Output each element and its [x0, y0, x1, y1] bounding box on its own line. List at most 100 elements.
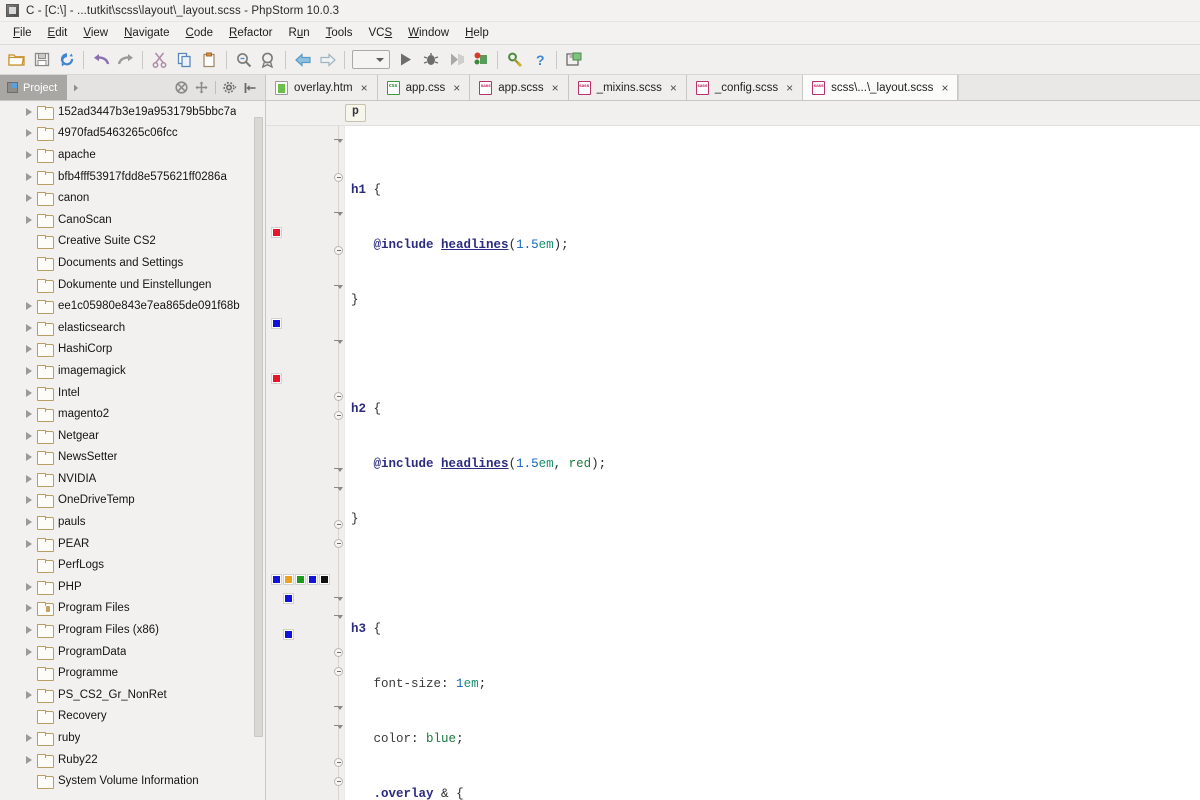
fold-collapse-icon[interactable] [334, 484, 343, 493]
fold-collapse-icon[interactable] [334, 612, 343, 621]
stop-icon[interactable] [468, 48, 493, 72]
tree-item[interactable]: elasticsearch [0, 317, 265, 339]
tree-item[interactable]: PS_CS2_Gr_NonRet [0, 684, 265, 706]
scrollbar-thumb[interactable] [254, 117, 263, 737]
close-icon[interactable]: × [786, 82, 793, 94]
save-all-icon[interactable] [29, 48, 54, 72]
fold-collapse-icon[interactable] [334, 594, 343, 603]
fold-collapse-icon[interactable] [334, 136, 343, 145]
expand-arrow-icon[interactable] [22, 496, 35, 505]
tree-item[interactable]: apache [0, 144, 265, 166]
fold-collapse-icon[interactable] [334, 465, 343, 474]
back-icon[interactable] [290, 48, 315, 72]
expand-arrow-icon[interactable] [22, 302, 35, 311]
expand-arrow-icon[interactable] [22, 172, 35, 181]
expand-arrow-icon[interactable] [22, 129, 35, 138]
replace-icon[interactable] [256, 48, 281, 72]
code-content[interactable]: h1 { @include headlines(1.5em); } h2 { @… [345, 126, 1200, 800]
expand-arrow-icon[interactable] [22, 366, 35, 375]
settings-icon[interactable] [502, 48, 527, 72]
editor-tab-config-scss[interactable]: _config.scss × [686, 75, 804, 100]
expand-arrow-icon[interactable] [22, 604, 35, 613]
fold-collapse-icon[interactable] [334, 282, 343, 291]
code-editor[interactable]: p h1 { @include headlines(1.5em); } h2 {… [266, 101, 1200, 800]
fold-end-icon[interactable] [334, 666, 343, 676]
tree-item[interactable]: CanoScan [0, 209, 265, 231]
editor-tab-app-scss[interactable]: app.scss × [470, 75, 569, 100]
expand-arrow-icon[interactable] [22, 410, 35, 419]
color-gutter-marker-red[interactable] [271, 226, 282, 238]
color-gutter-marker-red[interactable] [271, 372, 282, 384]
editor-tab-layout-scss[interactable]: scss\...\_layout.scss × [803, 75, 959, 100]
tree-item[interactable]: magento2 [0, 403, 265, 425]
tree-item[interactable]: Intel [0, 382, 265, 404]
expand-arrow-icon[interactable] [22, 474, 35, 483]
expand-arrow-icon[interactable] [22, 518, 35, 527]
menu-tools[interactable]: Tools [318, 25, 361, 41]
tree-item[interactable]: Documents and Settings [0, 252, 265, 274]
paste-icon[interactable] [197, 48, 222, 72]
tree-item[interactable]: Program Files [0, 598, 265, 620]
color-gutter-marker-blue[interactable] [271, 574, 282, 586]
expand-arrow-icon[interactable] [22, 626, 35, 635]
fold-collapse-icon[interactable] [334, 209, 343, 218]
editor-gutter[interactable] [266, 126, 345, 800]
open-folder-icon[interactable] [4, 48, 29, 72]
menu-edit[interactable]: Edit [40, 25, 76, 41]
hide-icon[interactable] [241, 79, 259, 97]
tree-item[interactable]: Netgear [0, 425, 265, 447]
expand-arrow-icon[interactable] [22, 345, 35, 354]
tree-item[interactable]: Program Files (x86) [0, 619, 265, 641]
fold-end-icon[interactable] [334, 776, 343, 786]
help-icon[interactable]: ? [527, 48, 552, 72]
tree-item[interactable]: Dokumente und Einstellungen [0, 274, 265, 296]
debug-icon[interactable] [418, 48, 443, 72]
color-gutter-marker-blue[interactable] [283, 629, 294, 641]
find-icon[interactable] [231, 48, 256, 72]
menu-view[interactable]: View [75, 25, 116, 41]
project-scope-chevron-icon[interactable] [67, 79, 85, 97]
collapse-all-icon[interactable] [172, 79, 190, 97]
expand-arrow-icon[interactable] [22, 582, 35, 591]
expand-arrow-icon[interactable] [22, 323, 35, 332]
expand-arrow-icon[interactable] [22, 388, 35, 397]
menu-refactor[interactable]: Refactor [221, 25, 280, 41]
run-with-coverage-icon[interactable] [443, 48, 468, 72]
expand-arrow-icon[interactable] [22, 215, 35, 224]
tree-item[interactable]: 4970fad5463265c06fcc [0, 123, 265, 145]
color-gutter-marker-orange[interactable] [283, 574, 294, 586]
fold-collapse-icon[interactable] [334, 722, 343, 731]
menu-navigate[interactable]: Navigate [116, 25, 177, 41]
editor-tab-mixins-scss[interactable]: _mixins.scss × [568, 75, 687, 100]
tree-item[interactable]: System Volume Information [0, 770, 265, 792]
tree-item[interactable]: PEAR [0, 533, 265, 555]
synchronize-icon[interactable] [54, 48, 79, 72]
menu-window[interactable]: Window [400, 25, 457, 41]
fold-collapse-icon[interactable] [334, 337, 343, 346]
expand-arrow-icon[interactable] [22, 453, 35, 462]
close-icon[interactable]: × [941, 82, 948, 94]
menu-vcs[interactable]: VCS [360, 25, 400, 41]
cut-icon[interactable] [147, 48, 172, 72]
tree-item[interactable]: 152ad3447b3e19a953179b5bbc7a [0, 101, 265, 123]
color-gutter-marker-black[interactable] [319, 574, 330, 586]
expand-arrow-icon[interactable] [22, 107, 35, 116]
menu-code[interactable]: Code [178, 25, 222, 41]
fold-end-icon[interactable] [334, 648, 343, 658]
run-configurations-combo[interactable] [352, 50, 390, 69]
tree-item[interactable]: ruby [0, 727, 265, 749]
fold-end-icon[interactable] [334, 758, 343, 768]
expand-arrow-icon[interactable] [22, 539, 35, 548]
forward-icon[interactable] [315, 48, 340, 72]
tree-item[interactable]: HashiCorp [0, 339, 265, 361]
fold-end-icon[interactable] [334, 245, 343, 255]
project-tree-scrollbar[interactable] [254, 105, 263, 769]
tree-item[interactable]: PHP [0, 576, 265, 598]
color-gutter-marker-blue[interactable] [283, 592, 294, 604]
tree-item[interactable]: imagemagick [0, 360, 265, 382]
tree-item[interactable]: ee1c05980e843e7ea865de091f68b [0, 295, 265, 317]
close-icon[interactable]: × [453, 82, 460, 94]
project-tool-window-tab[interactable]: Project [0, 75, 68, 100]
copy-icon[interactable] [172, 48, 197, 72]
close-icon[interactable]: × [670, 82, 677, 94]
